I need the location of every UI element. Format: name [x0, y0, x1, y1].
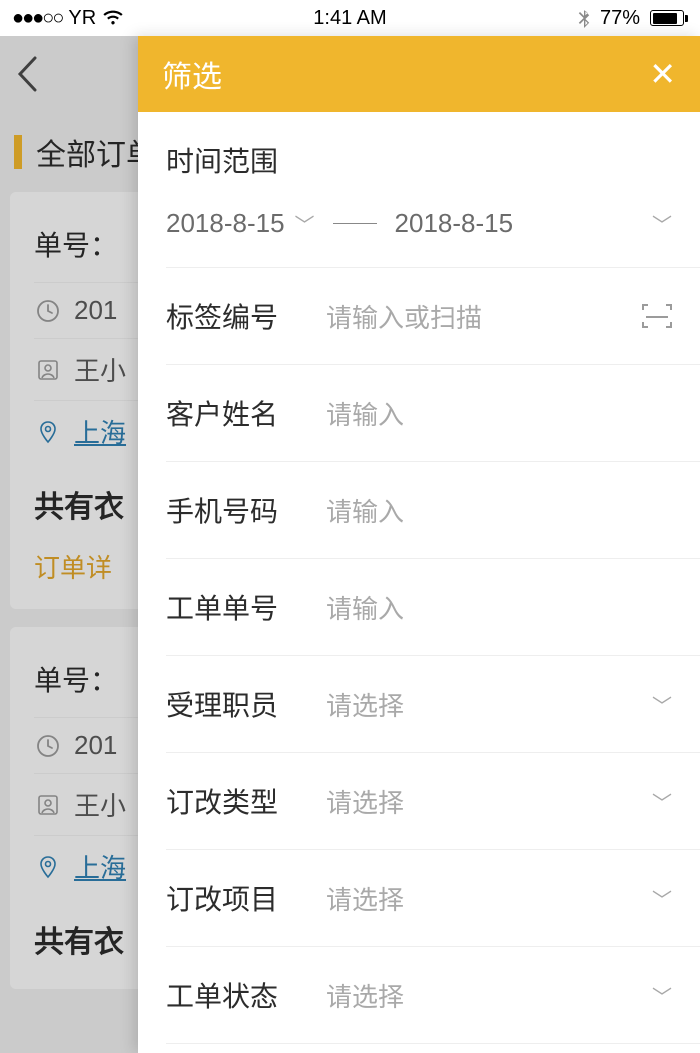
filter-row-label: 订改项目: [166, 878, 326, 918]
filter-row-label: 手机号码: [166, 490, 326, 530]
signal-dots-icon: ●●●○○: [12, 7, 62, 30]
bluetooth-icon: [578, 8, 590, 28]
filter-row[interactable]: 受理职员请选择﹀: [138, 656, 700, 752]
chevron-down-icon[interactable]: ﹀: [652, 209, 672, 238]
chevron-down-icon[interactable]: ﹀: [624, 884, 672, 913]
filter-row[interactable]: 订改项目请选择﹀: [138, 850, 700, 946]
scan-icon[interactable]: [624, 304, 672, 328]
status-left: ●●●○○ YR: [12, 7, 124, 30]
filter-row-placeholder[interactable]: 请输入: [326, 492, 624, 529]
filter-row-placeholder[interactable]: 请选择: [326, 977, 624, 1014]
filter-row-label: 订改类型: [166, 781, 326, 821]
battery-pct: 77%: [600, 7, 640, 30]
filter-row[interactable]: 工单状态请选择﹀: [138, 947, 700, 1043]
battery-icon: [650, 10, 688, 26]
filter-row[interactable]: 订改类型请选择﹀: [138, 753, 700, 849]
filter-row-placeholder[interactable]: 请输入: [326, 589, 624, 626]
divider: [166, 1043, 700, 1044]
filter-row[interactable]: 工单单号请输入: [138, 559, 700, 655]
chevron-down-icon: ﹀: [295, 209, 315, 238]
chevron-down-icon[interactable]: ﹀: [624, 981, 672, 1010]
date-range-row: 2018-8-15 ﹀ 2018-8-15 ﹀: [138, 198, 700, 267]
filter-row-label: 工单状态: [166, 975, 326, 1015]
status-right: 77%: [578, 7, 688, 30]
filter-row-placeholder[interactable]: 请选择: [326, 686, 624, 723]
filter-row[interactable]: 标签编号请输入或扫描: [138, 268, 700, 364]
time-range-label: 时间范围: [138, 112, 700, 198]
date-to-picker[interactable]: 2018-8-15: [395, 208, 514, 239]
carrier-label: YR: [68, 7, 96, 30]
drawer-title: 筛选: [162, 52, 222, 96]
status-time: 1:41 AM: [313, 7, 386, 30]
filter-drawer: 筛选 ✕ 时间范围 2018-8-15 ﹀ 2018-8-15 ﹀ 标签编号请输…: [138, 36, 700, 1053]
filter-row[interactable]: 客户姓名请输入: [138, 365, 700, 461]
wifi-icon: [102, 10, 124, 26]
filter-row-label: 受理职员: [166, 684, 326, 724]
filter-row-placeholder[interactable]: 请输入或扫描: [326, 298, 624, 335]
filter-row-label: 工单单号: [166, 587, 326, 627]
status-bar: ●●●○○ YR 1:41 AM 77%: [0, 0, 700, 36]
filter-row-label: 客户姓名: [166, 393, 326, 433]
filter-form: 标签编号请输入或扫描客户姓名请输入手机号码请输入工单单号请输入受理职员请选择﹀订…: [138, 268, 700, 1044]
date-to-value: 2018-8-15: [395, 208, 514, 239]
date-range-separator: [333, 223, 377, 224]
date-from-picker[interactable]: 2018-8-15 ﹀: [166, 208, 315, 239]
drawer-header: 筛选 ✕: [138, 36, 700, 112]
filter-row-placeholder[interactable]: 请选择: [326, 880, 624, 917]
filter-row[interactable]: 手机号码请输入: [138, 462, 700, 558]
date-from-value: 2018-8-15: [166, 208, 285, 239]
filter-row-label: 标签编号: [166, 296, 326, 336]
close-icon[interactable]: ✕: [649, 55, 676, 93]
filter-row-placeholder[interactable]: 请输入: [326, 395, 624, 432]
filter-row-placeholder[interactable]: 请选择: [326, 783, 624, 820]
chevron-down-icon[interactable]: ﹀: [624, 787, 672, 816]
chevron-down-icon[interactable]: ﹀: [624, 690, 672, 719]
